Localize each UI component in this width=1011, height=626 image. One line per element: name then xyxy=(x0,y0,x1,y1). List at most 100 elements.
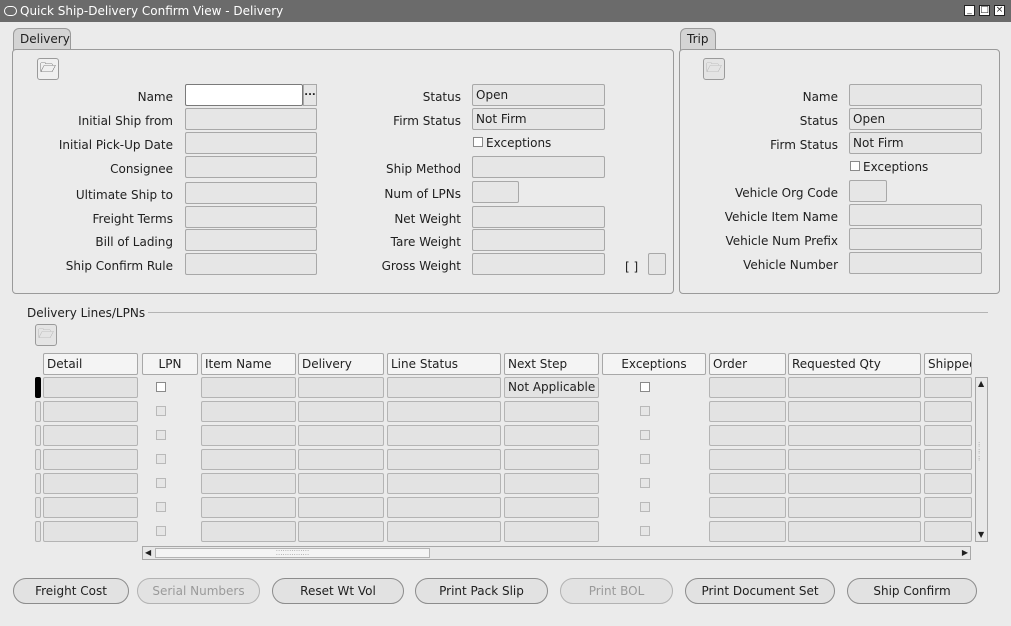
row-selector[interactable] xyxy=(35,401,41,422)
vehicle-org-code-field[interactable] xyxy=(849,180,887,202)
next-step-cell[interactable] xyxy=(504,449,599,470)
item-name-cell[interactable] xyxy=(201,473,296,494)
consignee-field[interactable] xyxy=(185,156,317,178)
shipped-cell[interactable] xyxy=(924,497,972,518)
row-selector[interactable] xyxy=(35,473,41,494)
lpn-checkbox[interactable] xyxy=(156,382,166,392)
ship-confirm-rule-field[interactable] xyxy=(185,253,317,275)
delivery-exceptions-checkbox[interactable] xyxy=(473,137,483,147)
column-header-delivery[interactable]: Delivery xyxy=(298,353,384,375)
scroll-up-icon[interactable]: ▲ xyxy=(978,380,984,388)
exceptions-checkbox[interactable] xyxy=(640,406,650,416)
exceptions-checkbox[interactable] xyxy=(640,430,650,440)
column-header-line-status[interactable]: Line Status xyxy=(387,353,501,375)
requested-qty-cell[interactable] xyxy=(788,377,921,398)
shipped-cell[interactable] xyxy=(924,521,972,542)
exceptions-checkbox[interactable] xyxy=(640,454,650,464)
delivery-cell[interactable] xyxy=(298,521,384,542)
detail-cell[interactable] xyxy=(43,401,138,422)
line-status-cell[interactable] xyxy=(387,497,501,518)
detail-cell[interactable] xyxy=(43,497,138,518)
line-status-cell[interactable] xyxy=(387,521,501,542)
shipped-cell[interactable] xyxy=(924,449,972,470)
exceptions-checkbox[interactable] xyxy=(640,502,650,512)
item-name-cell[interactable] xyxy=(201,449,296,470)
item-name-cell[interactable] xyxy=(201,497,296,518)
gross-weight-field[interactable] xyxy=(472,253,605,275)
ship-method-field[interactable] xyxy=(472,156,605,178)
maximize-icon[interactable]: □ xyxy=(979,5,990,16)
delivery-cell[interactable] xyxy=(298,449,384,470)
vehicle-item-name-field[interactable] xyxy=(849,204,982,226)
lpn-checkbox[interactable] xyxy=(156,430,166,440)
lpn-checkbox[interactable] xyxy=(156,478,166,488)
scroll-thumb[interactable]: ⁚⁚⁚⁚⁚⁚⁚⁚⁚⁚⁚⁚⁚⁚⁚ xyxy=(155,548,430,558)
delivery-cell[interactable] xyxy=(298,425,384,446)
lpn-checkbox[interactable] xyxy=(156,406,166,416)
requested-qty-cell[interactable] xyxy=(788,425,921,446)
order-cell[interactable] xyxy=(709,401,786,422)
column-header-order[interactable]: Order xyxy=(709,353,786,375)
requested-qty-cell[interactable] xyxy=(788,473,921,494)
open-folder-icon[interactable]: 🗁 xyxy=(37,58,59,80)
num-lpns-field[interactable] xyxy=(472,181,519,203)
close-icon[interactable]: × xyxy=(994,5,1005,16)
column-header-next-step[interactable]: Next Step xyxy=(504,353,599,375)
shipped-cell[interactable] xyxy=(924,401,972,422)
exceptions-checkbox[interactable] xyxy=(640,526,650,536)
initial-pickup-field[interactable] xyxy=(185,132,317,154)
item-name-cell[interactable] xyxy=(201,401,296,422)
column-header-lpn[interactable]: LPN xyxy=(142,353,198,375)
tare-weight-field[interactable] xyxy=(472,229,605,251)
next-step-cell[interactable] xyxy=(504,425,599,446)
delivery-cell[interactable] xyxy=(298,497,384,518)
delivery-cell[interactable] xyxy=(298,401,384,422)
line-status-cell[interactable] xyxy=(387,473,501,494)
initial-ship-from-field[interactable] xyxy=(185,108,317,130)
lpn-checkbox[interactable] xyxy=(156,454,166,464)
print-pack-slip-button[interactable]: Print Pack Slip xyxy=(415,578,548,604)
requested-qty-cell[interactable] xyxy=(788,449,921,470)
tab-trip[interactable]: Trip xyxy=(680,28,716,50)
scroll-right-icon[interactable]: ▶ xyxy=(962,548,968,558)
minimize-icon[interactable]: _ xyxy=(964,5,975,16)
tab-delivery[interactable]: Delivery xyxy=(13,28,71,50)
next-step-cell[interactable] xyxy=(504,473,599,494)
vehicle-num-prefix-field[interactable] xyxy=(849,228,982,250)
row-selector[interactable] xyxy=(35,521,41,542)
line-status-cell[interactable] xyxy=(387,449,501,470)
shipped-cell[interactable] xyxy=(924,425,972,446)
vertical-scrollbar[interactable]: ▲ ⁝ ⁝ ⁝ ▼ xyxy=(975,377,988,542)
order-cell[interactable] xyxy=(709,449,786,470)
exceptions-checkbox[interactable] xyxy=(640,478,650,488)
delivery-name-field[interactable] xyxy=(185,84,303,106)
detail-cell[interactable] xyxy=(43,425,138,446)
order-cell[interactable] xyxy=(709,521,786,542)
shipped-cell[interactable] xyxy=(924,473,972,494)
ship-confirm-button[interactable]: Ship Confirm xyxy=(847,578,977,604)
descriptive-flexfield-field[interactable] xyxy=(648,253,666,275)
print-document-set-button[interactable]: Print Document Set xyxy=(685,578,835,604)
scroll-thumb[interactable]: ⁝ ⁝ ⁝ xyxy=(978,442,985,472)
bill-of-lading-field[interactable] xyxy=(185,229,317,251)
next-step-cell[interactable] xyxy=(504,401,599,422)
line-status-cell[interactable] xyxy=(387,425,501,446)
line-status-cell[interactable] xyxy=(387,377,501,398)
order-cell[interactable] xyxy=(709,377,786,398)
row-selector[interactable] xyxy=(35,425,41,446)
line-status-cell[interactable] xyxy=(387,401,501,422)
detail-cell[interactable] xyxy=(43,473,138,494)
shipped-cell[interactable] xyxy=(924,377,972,398)
column-header-exceptions[interactable]: Exceptions xyxy=(602,353,706,375)
order-cell[interactable] xyxy=(709,473,786,494)
ultimate-ship-to-field[interactable] xyxy=(185,182,317,204)
trip-exceptions-checkbox[interactable] xyxy=(850,161,860,171)
column-header-item-name[interactable]: Item Name xyxy=(201,353,296,375)
next-step-cell[interactable] xyxy=(504,497,599,518)
freight-cost-button[interactable]: Freight Cost xyxy=(13,578,129,604)
exceptions-checkbox[interactable] xyxy=(640,382,650,392)
row-selector[interactable] xyxy=(35,497,41,518)
order-cell[interactable] xyxy=(709,425,786,446)
vehicle-number-field[interactable] xyxy=(849,252,982,274)
detail-cell[interactable] xyxy=(43,521,138,542)
